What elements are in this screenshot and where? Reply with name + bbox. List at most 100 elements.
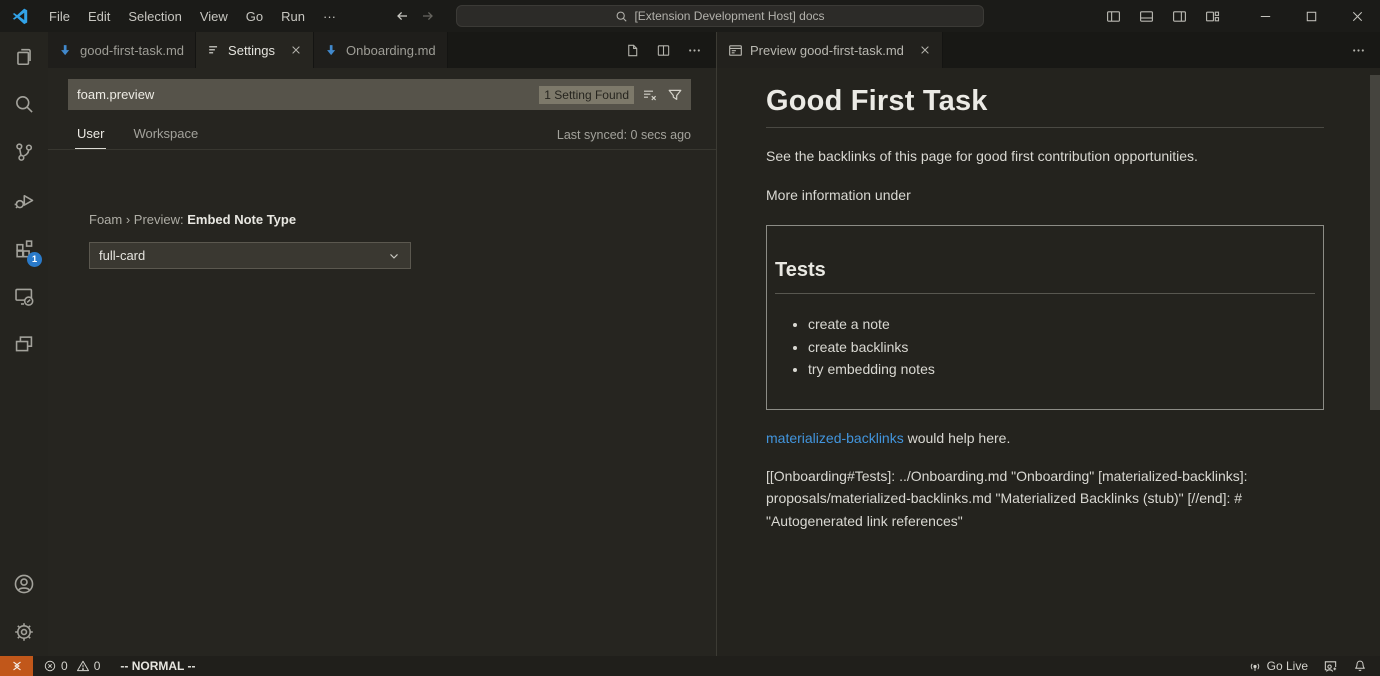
last-synced-label: Last synced: 0 secs ago xyxy=(557,128,691,142)
list-item: create a note xyxy=(808,313,1315,336)
search-icon xyxy=(615,10,628,23)
go-live-button[interactable]: Go Live xyxy=(1248,659,1308,673)
source-control-icon[interactable] xyxy=(0,128,48,176)
tab-bar-right: Preview good-first-task.md xyxy=(717,32,1380,68)
setting-name: Embed Note Type xyxy=(187,212,296,227)
menu-more[interactable]: ··· xyxy=(314,5,345,28)
tab-label: Preview good-first-task.md xyxy=(750,43,904,58)
more-actions-icon[interactable] xyxy=(687,43,702,58)
scope-tab-workspace[interactable]: Workspace xyxy=(131,121,200,148)
menu-bar: File Edit Selection View Go Run ··· xyxy=(40,5,345,28)
window-close-button[interactable] xyxy=(1334,0,1380,32)
status-bar: 0 0 -- NORMAL -- Go Live xyxy=(0,656,1380,676)
go-live-label: Go Live xyxy=(1267,659,1308,673)
activity-bar: 1 xyxy=(0,32,48,656)
run-debug-icon[interactable] xyxy=(0,176,48,224)
tab-label: Onboarding.md xyxy=(346,43,436,58)
settings-gear-icon[interactable] xyxy=(0,608,48,656)
remote-icon xyxy=(10,659,24,673)
remote-indicator[interactable] xyxy=(0,656,33,676)
broadcast-icon xyxy=(1248,659,1262,673)
split-editor-icon[interactable] xyxy=(656,43,671,58)
warnings-icon xyxy=(76,659,90,673)
command-center-search[interactable]: [Extension Development Host] docs xyxy=(456,5,984,27)
embed-note-type-select[interactable]: full-card xyxy=(89,242,411,269)
settings-search-value: foam.preview xyxy=(77,87,539,102)
menu-file[interactable]: File xyxy=(40,5,79,28)
link-references-text: [[Onboarding#Tests]: ../Onboarding.md "O… xyxy=(766,465,1324,533)
remote-explorer-icon[interactable] xyxy=(0,272,48,320)
preview-scrollbar[interactable] xyxy=(1370,75,1380,410)
setting-item-embed-note-type: Foam › Preview: Embed Note Type full-car… xyxy=(89,212,411,269)
link-suffix-text: would help here. xyxy=(904,430,1011,446)
filter-settings-icon[interactable] xyxy=(667,87,683,103)
markdown-file-icon xyxy=(59,43,73,57)
toggle-primary-sidebar-icon[interactable] xyxy=(1102,5,1125,28)
editor-group-settings: good-first-task.md Settings Onboarding.m… xyxy=(48,32,716,656)
setting-title: Foam › Preview: Embed Note Type xyxy=(89,212,411,227)
vscode-logo-icon xyxy=(0,7,40,25)
setting-category: Foam › Preview: xyxy=(89,212,187,227)
tab-good-first-task[interactable]: good-first-task.md xyxy=(48,32,196,68)
chevron-down-icon xyxy=(387,249,401,263)
tab-preview-good-first-task[interactable]: Preview good-first-task.md xyxy=(717,32,943,68)
toggle-secondary-sidebar-icon[interactable] xyxy=(1168,5,1191,28)
preview-paragraph: See the backlinks of this page for good … xyxy=(766,145,1324,167)
window-maximize-button[interactable] xyxy=(1288,0,1334,32)
menu-view[interactable]: View xyxy=(191,5,237,28)
vim-mode-indicator[interactable]: -- NORMAL -- xyxy=(120,659,195,673)
notifications-bell-icon[interactable] xyxy=(1353,659,1367,673)
extensions-icon[interactable]: 1 xyxy=(0,224,48,272)
windows-panels-icon[interactable] xyxy=(0,320,48,368)
embedded-note-card: Tests create a note create backlinks try… xyxy=(766,225,1324,410)
errors-icon xyxy=(43,659,57,673)
tab-onboarding[interactable]: Onboarding.md xyxy=(314,32,448,68)
menu-run[interactable]: Run xyxy=(272,5,314,28)
menu-selection[interactable]: Selection xyxy=(119,5,190,28)
preview-heading: Good First Task xyxy=(766,85,1324,128)
accounts-icon[interactable] xyxy=(0,560,48,608)
tab-close-icon[interactable] xyxy=(919,44,931,56)
open-settings-json-icon[interactable] xyxy=(625,43,640,58)
tab-bar-left: good-first-task.md Settings Onboarding.m… xyxy=(48,32,716,68)
settings-search-input[interactable]: foam.preview 1 Setting Found xyxy=(68,79,691,110)
preview-paragraph: More information under xyxy=(766,184,1324,206)
tab-label: Settings xyxy=(228,43,275,58)
markdown-preview-icon xyxy=(728,43,743,58)
settings-editor: foam.preview 1 Setting Found User Works xyxy=(48,68,716,656)
settings-results-badge: 1 Setting Found xyxy=(539,86,634,104)
toggle-panel-icon[interactable] xyxy=(1135,5,1158,28)
editor-group-sash[interactable] xyxy=(716,32,717,656)
title-bar: File Edit Selection View Go Run ··· [Ext… xyxy=(0,0,1380,32)
window-minimize-button[interactable] xyxy=(1242,0,1288,32)
list-item: create backlinks xyxy=(808,336,1315,359)
navigate-back-icon[interactable] xyxy=(394,8,410,24)
tab-settings[interactable]: Settings xyxy=(196,32,314,68)
settings-scope-tabs: User Workspace Last synced: 0 secs ago xyxy=(48,120,716,150)
preview-paragraph: materialized-backlinks would help here. xyxy=(766,427,1324,449)
errors-count: 0 xyxy=(61,659,68,673)
warnings-count: 0 xyxy=(94,659,101,673)
embedded-note-list: create a note create backlinks try embed… xyxy=(775,313,1315,381)
navigate-forward-icon[interactable] xyxy=(420,8,436,24)
embedded-note-heading: Tests xyxy=(775,259,1315,294)
scope-tab-user[interactable]: User xyxy=(75,121,106,149)
tab-close-icon[interactable] xyxy=(290,44,302,56)
menu-go[interactable]: Go xyxy=(237,5,272,28)
more-actions-icon[interactable] xyxy=(1351,43,1366,58)
select-value: full-card xyxy=(99,248,145,263)
materialized-backlinks-link[interactable]: materialized-backlinks xyxy=(766,430,904,446)
list-item: try embedding notes xyxy=(808,358,1315,381)
settings-editor-icon xyxy=(207,43,221,57)
problems-status[interactable]: 0 0 xyxy=(43,659,104,673)
feedback-icon[interactable] xyxy=(1323,659,1338,674)
markdown-preview-pane: Good First Task See the backlinks of thi… xyxy=(717,68,1380,656)
tab-label: good-first-task.md xyxy=(80,43,184,58)
customize-layout-icon[interactable] xyxy=(1201,5,1224,28)
explorer-icon[interactable] xyxy=(0,32,48,80)
menu-edit[interactable]: Edit xyxy=(79,5,119,28)
search-view-icon[interactable] xyxy=(0,80,48,128)
markdown-file-icon xyxy=(325,43,339,57)
command-center-label: [Extension Development Host] docs xyxy=(634,9,824,23)
clear-search-filters-icon[interactable] xyxy=(642,87,658,103)
